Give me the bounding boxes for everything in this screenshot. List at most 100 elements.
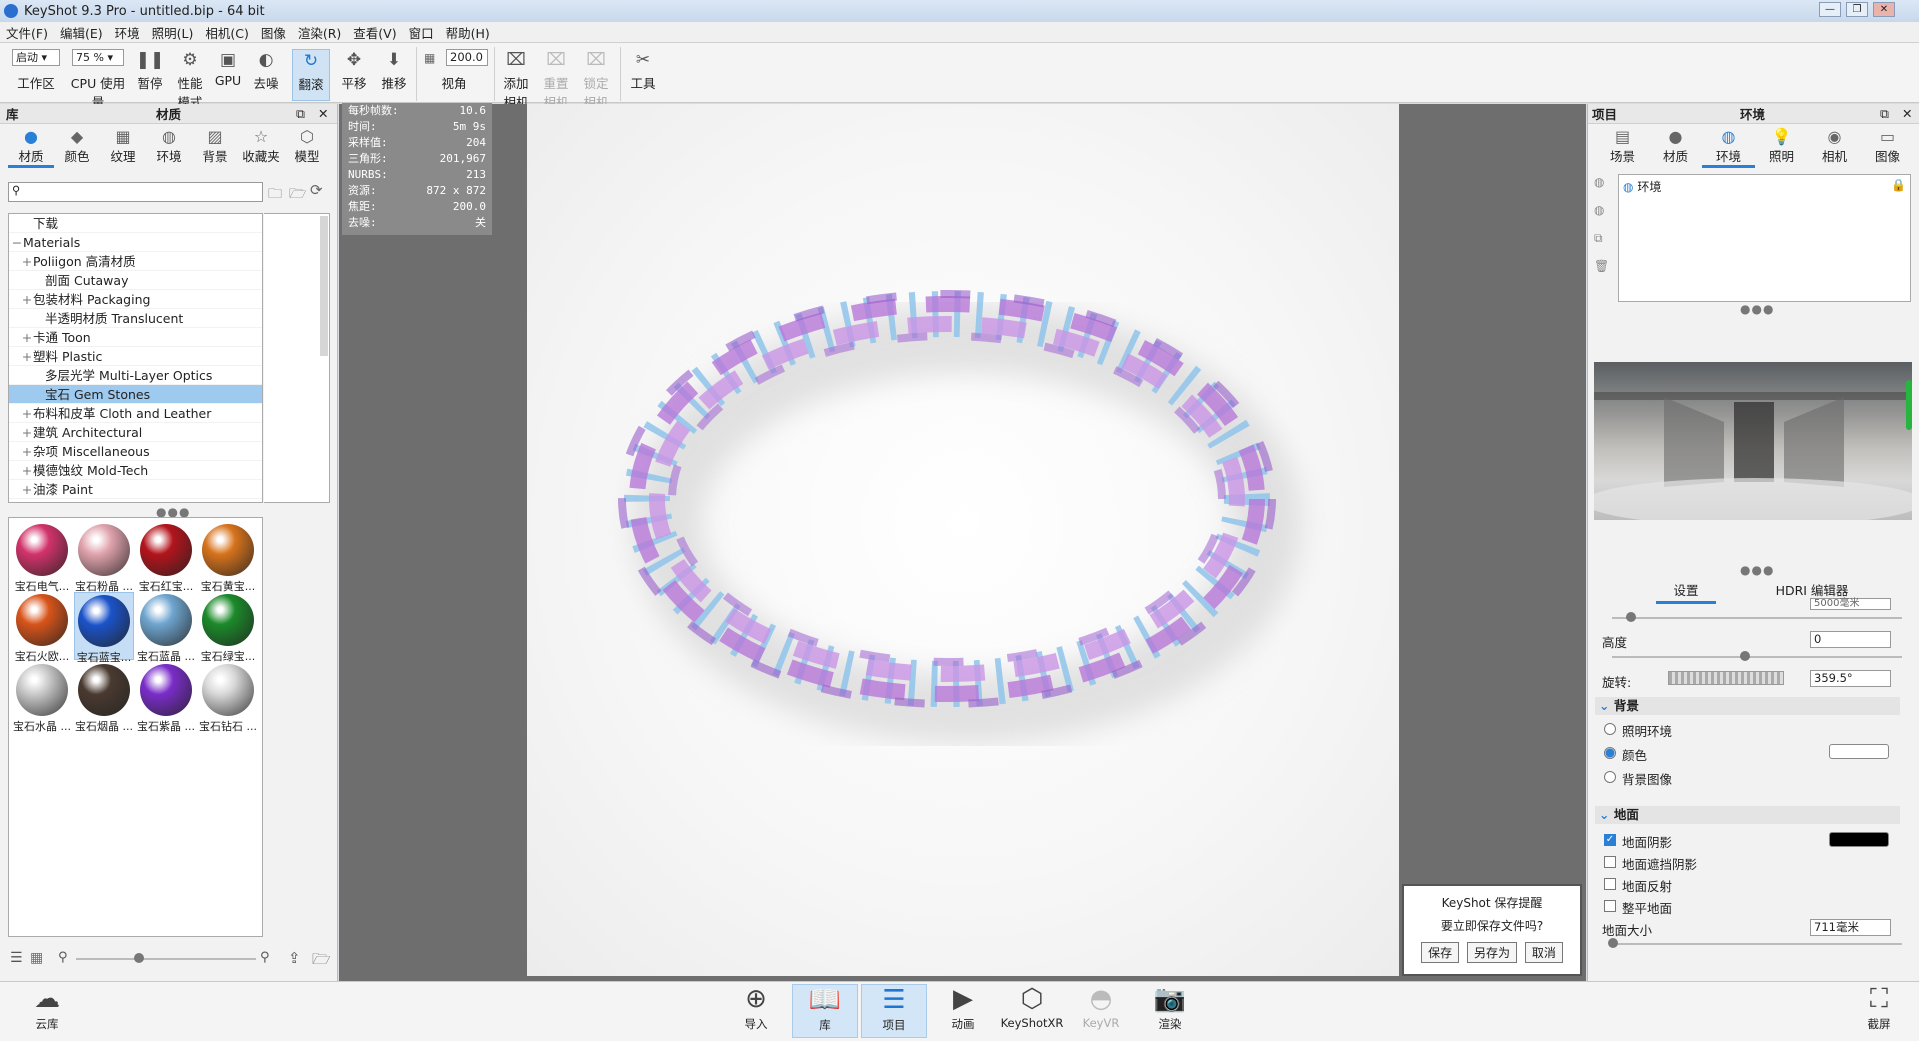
render-button[interactable]: 📷 渲染 bbox=[1137, 984, 1203, 1038]
tree-item[interactable]: −Materials bbox=[9, 233, 262, 252]
library-search-input[interactable]: ⚲ bbox=[8, 182, 263, 202]
menu-render[interactable]: 渲染(R) bbox=[292, 23, 347, 42]
size-slider[interactable] bbox=[1612, 617, 1902, 619]
add-environment-icon[interactable]: ◍ bbox=[1594, 175, 1604, 189]
tree-item[interactable]: 多层光学 Multi-Layer Optics bbox=[9, 366, 262, 385]
duplicate-environment-icon[interactable]: ◍ bbox=[1594, 203, 1604, 217]
splitter-dots[interactable]: ●●● bbox=[1740, 302, 1774, 316]
animation-button[interactable]: ▶ 动画 bbox=[930, 984, 996, 1038]
tab-environment[interactable]: ◍ 环境 bbox=[1702, 128, 1755, 168]
height-slider-knob[interactable] bbox=[1740, 651, 1750, 661]
tools-button[interactable]: ✂ 工具 bbox=[626, 49, 660, 101]
expand-icon[interactable]: + bbox=[21, 461, 33, 480]
expand-icon[interactable]: + bbox=[21, 404, 33, 423]
keyvr-button[interactable]: ◓ KeyVR bbox=[1068, 984, 1134, 1038]
tree-item[interactable]: +建筑 Architectural bbox=[9, 423, 262, 442]
screenshot-button[interactable]: ⛶ 截屏 bbox=[1846, 984, 1912, 1038]
minimize-button[interactable]: — bbox=[1819, 2, 1841, 17]
cpu-usage-select[interactable]: 75 % ▾ bbox=[72, 49, 124, 66]
tab-favorites[interactable]: ☆ 收藏夹 bbox=[238, 128, 284, 168]
size-slider-knob[interactable] bbox=[1626, 612, 1636, 622]
thumbnail-size-slider[interactable] bbox=[76, 958, 256, 960]
expand-icon[interactable]: + bbox=[21, 347, 33, 366]
ground-section-header[interactable]: ⌄ 地面 bbox=[1595, 806, 1900, 824]
ground-size-input[interactable]: 711毫米 bbox=[1810, 919, 1891, 936]
expand-icon[interactable]: + bbox=[21, 423, 33, 442]
material-swatch[interactable]: 宝石电气... bbox=[12, 522, 72, 593]
tab-image[interactable]: ▭ 图像 bbox=[1861, 128, 1914, 168]
copy-environment-icon[interactable]: ⧉ bbox=[1594, 231, 1603, 246]
tree-item[interactable]: 宝石 Gem Stones bbox=[9, 385, 262, 404]
menu-environment[interactable]: 环境 bbox=[109, 23, 146, 42]
performance-mode-button[interactable]: ⚙ 性能 模式 bbox=[172, 49, 208, 110]
tree-item[interactable]: +包装材料 Packaging bbox=[9, 290, 262, 309]
menu-camera[interactable]: 相机(C) bbox=[199, 23, 254, 42]
tree-item[interactable]: +Poliigon 高清材质 bbox=[9, 252, 262, 271]
environment-list-item[interactable]: ◍ 环境 🔒 bbox=[1619, 175, 1910, 198]
fov-input[interactable]: 200.0 bbox=[446, 49, 488, 66]
import-folder-icon[interactable]: 🗁 bbox=[312, 949, 331, 974]
menu-image[interactable]: 图像 bbox=[255, 23, 292, 42]
tab-textures[interactable]: ▦ 纹理 bbox=[100, 128, 146, 168]
render-viewport[interactable] bbox=[527, 104, 1399, 976]
ground-option-checkbox[interactable] bbox=[1604, 900, 1616, 912]
cancel-button[interactable]: 取消 bbox=[1524, 942, 1563, 963]
tab-materials[interactable]: ● 材质 bbox=[8, 128, 54, 168]
tab-environments[interactable]: ◍ 环境 bbox=[146, 128, 192, 168]
tree-scrollbar[interactable] bbox=[320, 216, 328, 356]
add-camera-button[interactable]: ⌧ 添加 相机 bbox=[500, 49, 532, 110]
tab-material[interactable]: ● 材质 bbox=[1649, 128, 1702, 168]
tree-item[interactable]: 下载 bbox=[9, 214, 262, 233]
preview-scrollbar[interactable] bbox=[1906, 380, 1912, 430]
ground-size-slider-knob[interactable] bbox=[1608, 938, 1618, 948]
tree-item[interactable]: 半透明材质 Translucent bbox=[9, 309, 262, 328]
expand-icon[interactable]: + bbox=[21, 290, 33, 309]
material-swatch[interactable]: 宝石红宝... bbox=[136, 522, 196, 593]
menu-view[interactable]: 查看(V) bbox=[347, 23, 402, 42]
maximize-button[interactable]: ❐ bbox=[1846, 2, 1868, 17]
reset-camera-button[interactable]: ⌧ 重置 相机 bbox=[540, 49, 572, 110]
material-swatch[interactable]: 宝石烟晶 ... bbox=[74, 662, 134, 733]
list-view-icon[interactable]: ☰ bbox=[10, 950, 23, 966]
tree-item[interactable]: +布料和皮革 Cloth and Leather bbox=[9, 404, 262, 423]
ground-shadow-color-swatch[interactable] bbox=[1829, 832, 1889, 847]
pause-button[interactable]: ❚❚ 暂停 bbox=[134, 49, 166, 101]
refresh-icon[interactable]: ⟳ bbox=[310, 181, 323, 199]
subtab-hdri-editor[interactable]: HDRI 编辑器 bbox=[1752, 580, 1872, 599]
menu-file[interactable]: 文件(F) bbox=[0, 23, 54, 42]
tree-item[interactable]: +卡通 Toon bbox=[9, 328, 262, 347]
tree-item[interactable]: +油漆 Paint bbox=[9, 480, 262, 499]
menu-help[interactable]: 帮助(H) bbox=[440, 23, 496, 42]
ground-option-checkbox[interactable] bbox=[1604, 856, 1616, 868]
rotation-input[interactable]: 359.5° bbox=[1810, 670, 1891, 687]
tab-camera[interactable]: ◉ 相机 bbox=[1808, 128, 1861, 168]
height-slider[interactable] bbox=[1612, 656, 1902, 658]
material-swatch[interactable]: 宝石粉晶 ... bbox=[74, 522, 134, 593]
tab-models[interactable]: ⬡ 模型 bbox=[284, 128, 330, 168]
cloud-library-button[interactable]: ☁ 云库 bbox=[14, 984, 80, 1038]
lock-camera-button[interactable]: ⌧ 锁定 相机 bbox=[580, 49, 612, 110]
bg-image-radio[interactable] bbox=[1604, 771, 1616, 783]
undock-icon[interactable]: ⧉ bbox=[1880, 106, 1889, 122]
dolly-button[interactable]: ⬇ 推移 bbox=[378, 49, 410, 101]
tree-item[interactable]: +模德蚀纹 Mold-Tech bbox=[9, 461, 262, 480]
collapse-icon[interactable]: − bbox=[11, 233, 23, 252]
menu-window[interactable]: 窗口 bbox=[403, 23, 440, 42]
save-as-button[interactable]: 另存为 bbox=[1466, 942, 1517, 963]
expand-icon[interactable]: + bbox=[21, 252, 33, 271]
expand-icon[interactable]: + bbox=[21, 442, 33, 461]
save-button[interactable]: 保存 bbox=[1421, 942, 1460, 963]
tab-lighting[interactable]: 💡 照明 bbox=[1755, 128, 1808, 168]
menu-lighting[interactable]: 照明(L) bbox=[146, 23, 200, 42]
rotation-dial[interactable] bbox=[1668, 671, 1784, 685]
folder-open-icon[interactable]: 🗀 bbox=[268, 183, 282, 207]
splitter-dots[interactable]: ●●● bbox=[1740, 563, 1774, 577]
tumble-button[interactable]: ↻ 翻滚 bbox=[292, 49, 330, 101]
close-panel-icon[interactable]: ✕ bbox=[318, 106, 328, 121]
library-button[interactable]: 📖 库 bbox=[792, 984, 858, 1038]
workspace-select[interactable]: 启动 ▾ bbox=[12, 49, 60, 66]
ground-option-checkbox[interactable]: ✓ bbox=[1604, 834, 1616, 846]
bg-color-radio[interactable] bbox=[1604, 747, 1616, 759]
tab-backplates[interactable]: ▨ 背景 bbox=[192, 128, 238, 168]
thumbnail-size-knob[interactable] bbox=[134, 953, 144, 963]
